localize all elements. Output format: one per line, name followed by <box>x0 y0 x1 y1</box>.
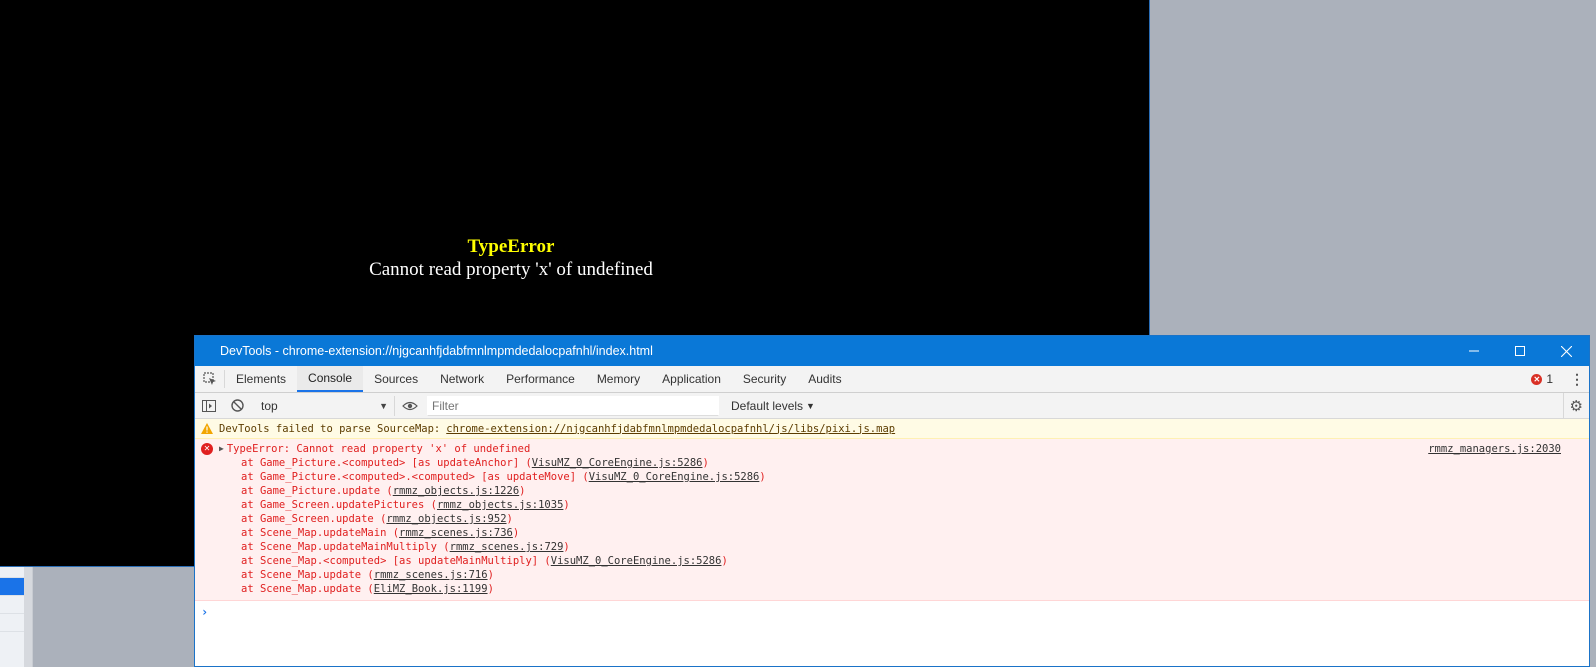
stack-frame-text: at Game_Picture.<computed> [as updateAnc… <box>241 457 532 469</box>
maximize-icon <box>1515 346 1525 356</box>
stack-frame-suffix: ) <box>721 555 728 567</box>
stack-frame-link[interactable]: VisuMZ_0_CoreEngine.js:5286 <box>551 555 722 567</box>
close-button[interactable] <box>1543 336 1589 366</box>
stack-frame-link[interactable]: rmmz_objects.js:1226 <box>393 485 519 497</box>
log-levels-dropdown[interactable]: Default levels ▼ <box>731 399 815 413</box>
context-selector[interactable]: top ▼ <box>255 395 395 416</box>
stack-frame-text: at Game_Picture.<computed>.<computed> [a… <box>241 471 589 483</box>
show-sidebar-button[interactable] <box>195 393 223 419</box>
stack-frame-link[interactable]: rmmz_scenes.js:736 <box>399 527 513 539</box>
stack-frame-link[interactable]: EliMZ_Book.js:1199 <box>374 583 488 595</box>
devtools-tabbar: Elements Console Sources Network Perform… <box>195 366 1589 393</box>
stack-frame-link[interactable]: rmmz_scenes.js:716 <box>374 569 488 581</box>
filter-input[interactable] <box>427 395 719 416</box>
stack-frame: at Scene_Map.updateMainMultiply (rmmz_sc… <box>201 540 1583 554</box>
error-icon: ✕ <box>1531 373 1543 385</box>
sidebar-toggle-icon <box>202 399 216 412</box>
stack-frame-suffix: ) <box>506 513 513 525</box>
expand-triangle-icon[interactable]: ▶ <box>219 442 224 456</box>
tab-sources[interactable]: Sources <box>363 366 429 392</box>
caret-down-icon: ▼ <box>806 400 815 411</box>
stack-frame-link[interactable]: VisuMZ_0_CoreEngine.js:5286 <box>532 457 703 469</box>
window-title: DevTools - chrome-extension://njgcanhfjd… <box>220 344 653 358</box>
stack-frame-suffix: ) <box>759 471 766 483</box>
console-output: DevTools failed to parse SourceMap: chro… <box>195 419 1589 623</box>
warning-icon <box>201 423 213 434</box>
console-error: ✕ ▶ TypeError: Cannot read property 'x' … <box>195 439 1589 601</box>
stack-frame-suffix: ) <box>512 527 520 539</box>
stack-frame-text: at Scene_Map.updateMain ( <box>241 527 400 539</box>
close-icon <box>1560 345 1572 357</box>
minimize-icon <box>1469 350 1479 352</box>
tab-elements[interactable]: Elements <box>225 366 297 392</box>
kebab-menu-icon: ⋮ <box>1570 370 1584 387</box>
stack-frame: at Game_Picture.<computed>.<computed> [a… <box>201 470 1583 484</box>
stack-frame-text: at Scene_Map.updateMainMultiply ( <box>241 541 450 553</box>
stack-frame: at Game_Picture.<computed> [as updateAnc… <box>201 456 1583 470</box>
minimize-button[interactable] <box>1451 336 1497 366</box>
console-toolbar: top ▼ Default levels ▼ ⚙ <box>195 393 1589 419</box>
stack-frame: at Scene_Map.update (rmmz_scenes.js:716) <box>201 568 1583 582</box>
stack-frame: at Scene_Map.updateMain (rmmz_scenes.js:… <box>201 526 1583 540</box>
inspect-icon <box>202 372 216 385</box>
devtools-window: DevTools - chrome-extension://njgcanhfjd… <box>194 335 1590 667</box>
tab-performance[interactable]: Performance <box>495 366 586 392</box>
clear-console-button[interactable] <box>223 393 251 419</box>
stack-frame: at Game_Picture.update (rmmz_objects.js:… <box>201 484 1583 498</box>
tab-console[interactable]: Console <box>297 366 364 392</box>
stack-frame: at Scene_Map.update (EliMZ_Book.js:1199) <box>201 582 1583 596</box>
stack-frame-text: at Scene_Map.<computed> [as updateMainMu… <box>241 555 551 567</box>
tab-security[interactable]: Security <box>732 366 797 392</box>
error-source-link[interactable]: rmmz_managers.js:2030 <box>1428 443 1561 455</box>
gear-icon: ⚙ <box>1569 398 1583 415</box>
tab-memory[interactable]: Memory <box>586 366 651 392</box>
more-options-button[interactable]: ⋮ <box>1565 371 1589 388</box>
devtools-titlebar[interactable]: DevTools - chrome-extension://njgcanhfjd… <box>195 336 1589 366</box>
stack-frame-link[interactable]: rmmz_objects.js:952 <box>386 513 506 525</box>
clear-icon <box>230 399 244 412</box>
live-expression-button[interactable] <box>395 401 425 411</box>
console-warning: DevTools failed to parse SourceMap: chro… <box>195 419 1589 439</box>
stack-frame-suffix: ) <box>702 457 709 469</box>
inspect-element-button[interactable] <box>195 370 225 388</box>
stack-frame: at Scene_Map.<computed> [as updateMainMu… <box>201 554 1583 568</box>
stack-frame-text: at Scene_Map.update ( <box>241 583 374 595</box>
stack-frame: at Game_Screen.update (rmmz_objects.js:9… <box>201 512 1583 526</box>
tab-application[interactable]: Application <box>651 366 732 392</box>
error-count-badge[interactable]: ✕ 1 <box>1531 372 1553 386</box>
error-icon: ✕ <box>201 443 213 455</box>
game-error-message: Cannot read property 'x' of undefined <box>369 259 653 280</box>
stack-frame-text: at Scene_Map.update ( <box>241 569 374 581</box>
caret-down-icon: ▼ <box>379 400 388 411</box>
stack-frame-text: at Game_Picture.update ( <box>241 485 393 497</box>
stack-frame-text: at Game_Screen.updatePictures ( <box>241 499 437 511</box>
maximize-button[interactable] <box>1497 336 1543 366</box>
stack-frame-suffix: ) <box>563 499 570 511</box>
stack-frame-suffix: ) <box>487 583 494 595</box>
stack-frame-suffix: ) <box>487 569 494 581</box>
error-count: 1 <box>1546 372 1553 386</box>
tab-audits[interactable]: Audits <box>797 366 852 392</box>
tab-network[interactable]: Network <box>429 366 495 392</box>
stack-frame-link[interactable]: rmmz_scenes.js:729 <box>450 541 564 553</box>
log-levels-value: Default levels <box>731 398 804 413</box>
stack-frame-suffix: ) <box>563 541 570 553</box>
stack-frame-link[interactable]: rmmz_objects.js:1035 <box>437 499 563 511</box>
console-settings-button[interactable]: ⚙ <box>1562 393 1583 419</box>
prompt-chevron-icon: › <box>201 605 209 619</box>
warning-text: DevTools failed to parse SourceMap: <box>219 422 441 435</box>
stack-frame-suffix: ) <box>519 485 526 497</box>
error-message: TypeError: Cannot read property 'x' of u… <box>226 443 531 455</box>
console-prompt[interactable]: › <box>195 601 1589 623</box>
scrollbar[interactable] <box>24 560 32 667</box>
stack-frame: at Game_Screen.updatePictures (rmmz_obje… <box>201 498 1583 512</box>
eye-icon <box>402 401 418 410</box>
stack-frame-text: at Game_Screen.update ( <box>241 513 387 525</box>
stack-frame-link[interactable]: VisuMZ_0_CoreEngine.js:5286 <box>589 471 760 483</box>
background-window <box>0 560 33 667</box>
game-error-title: TypeError <box>467 236 555 257</box>
context-value: top <box>261 398 278 413</box>
warning-sourcemap-link[interactable]: chrome-extension://njgcanhfjdabfmnlmpmde… <box>446 423 895 435</box>
